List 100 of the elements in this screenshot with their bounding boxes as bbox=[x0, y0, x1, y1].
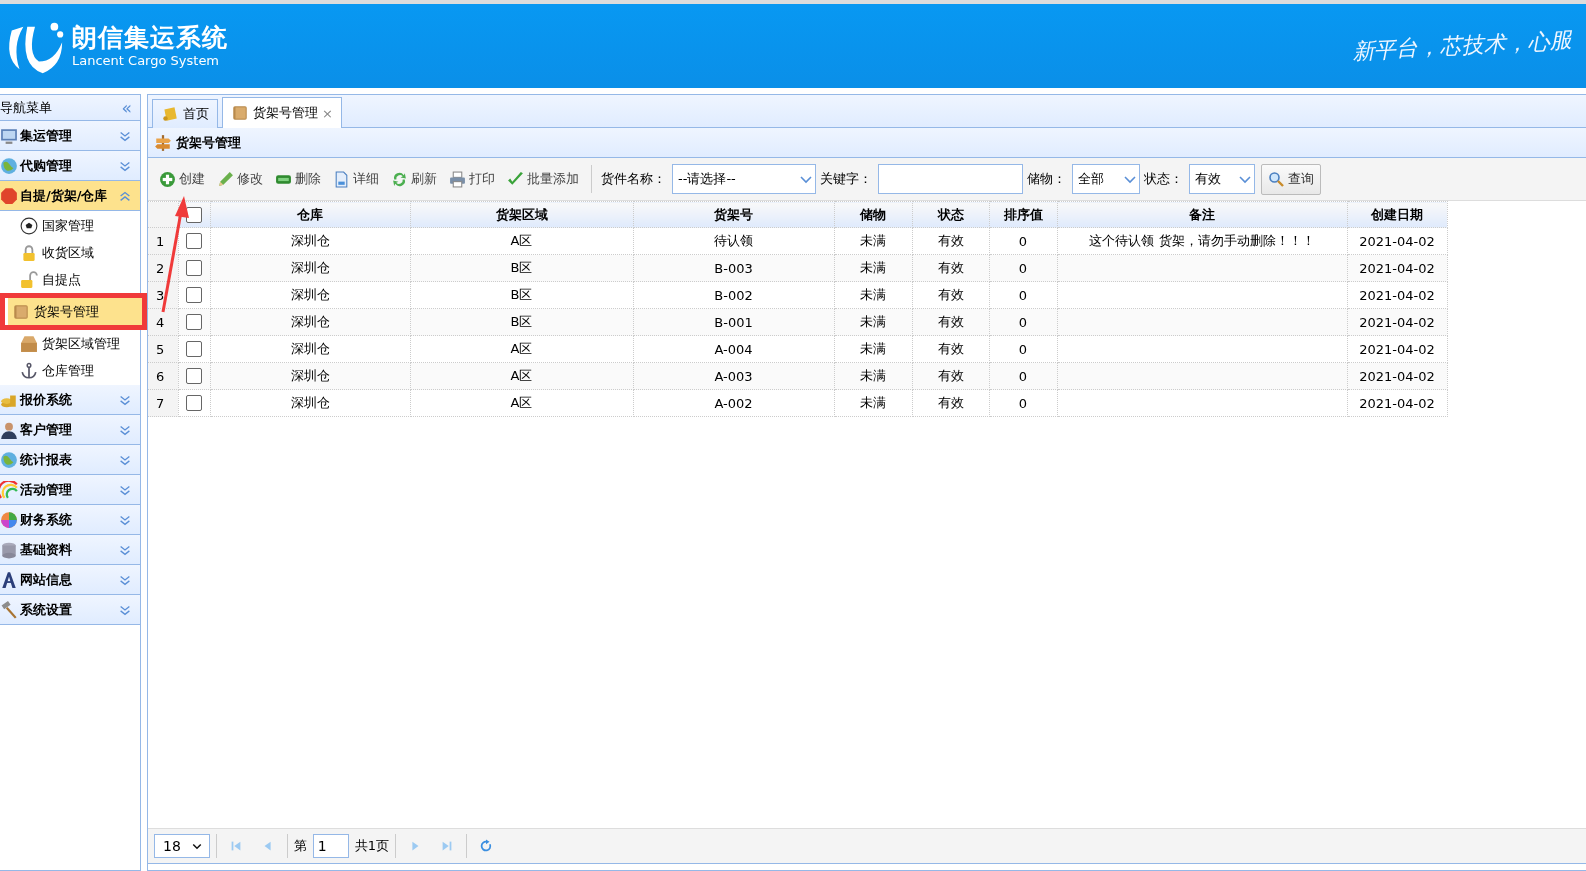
nav-section-label: 客户管理 bbox=[20, 420, 73, 439]
nav-item[interactable]: 货架号管理 bbox=[8, 298, 142, 325]
dropdown-value: 有效 bbox=[1195, 170, 1222, 188]
nav-section[interactable]: 自提/货架/仓库 bbox=[0, 181, 140, 211]
table-cell: 2021-04-02 bbox=[1359, 395, 1435, 411]
nav-section[interactable]: 统计报表 bbox=[0, 445, 140, 475]
row-checkbox[interactable] bbox=[186, 395, 202, 411]
column-header[interactable]: 备注 bbox=[1057, 201, 1347, 228]
table-cell: 深圳仓 bbox=[290, 287, 330, 302]
table-cell: B区 bbox=[510, 260, 533, 275]
row-checkbox[interactable] bbox=[186, 287, 202, 303]
nav-section[interactable]: 活动管理 bbox=[0, 475, 140, 505]
nav-item[interactable]: 国家管理 bbox=[8, 212, 140, 239]
table-cell: 有效 bbox=[937, 287, 964, 302]
table-cell: B区 bbox=[510, 314, 533, 329]
rainbow-icon bbox=[0, 480, 18, 499]
table-cell: A-002 bbox=[714, 395, 753, 411]
column-header[interactable]: 排序值 bbox=[989, 201, 1057, 228]
page-number-field[interactable]: 1 bbox=[312, 834, 349, 858]
nav-section[interactable]: 系统设置 bbox=[0, 595, 140, 625]
column-header[interactable]: 仓库 bbox=[210, 201, 410, 228]
nav-section[interactable]: 网站信息 bbox=[0, 565, 140, 595]
table-cell: 有效 bbox=[937, 260, 964, 275]
column-header[interactable]: 创建日期 bbox=[1347, 201, 1447, 228]
row-checkbox[interactable] bbox=[186, 341, 202, 357]
column-header[interactable]: 货架区域 bbox=[410, 201, 633, 228]
table-cell: 深圳仓 bbox=[290, 233, 330, 248]
nav-section[interactable]: 报价系统 bbox=[0, 385, 140, 415]
nav-section[interactable]: 财务系统 bbox=[0, 505, 140, 535]
refresh-icon bbox=[391, 170, 408, 188]
column-header[interactable]: 储物 bbox=[834, 201, 912, 228]
page-size-select[interactable]: 18 bbox=[154, 834, 210, 858]
table-cell: B-002 bbox=[714, 287, 753, 303]
nav-section[interactable]: 代购管理 bbox=[0, 151, 140, 181]
table-cell: 0 bbox=[1018, 341, 1028, 357]
table-cell: 2021-04-02 bbox=[1359, 287, 1435, 303]
document-icon bbox=[333, 170, 350, 188]
table-cell: 深圳仓 bbox=[290, 395, 330, 410]
table-cell: 这个待认领 货架，请勿手动删除！！！ bbox=[1089, 233, 1315, 248]
dropdown[interactable]: --请选择-- bbox=[672, 164, 816, 194]
nav-item-label: 国家管理 bbox=[42, 216, 94, 235]
row-checkbox[interactable] bbox=[186, 260, 202, 276]
nav-section[interactable]: 客户管理 bbox=[0, 415, 140, 445]
toolbar-button[interactable]: 删除 bbox=[270, 168, 326, 190]
toolbar-button[interactable]: 修改 bbox=[212, 168, 268, 190]
stop-sign-icon bbox=[0, 186, 18, 205]
app-subtitle: Lancent Cargo System bbox=[72, 53, 221, 69]
nav-section-label: 集运管理 bbox=[20, 126, 73, 145]
row-checkbox[interactable] bbox=[186, 314, 202, 330]
table-cell: 未满 bbox=[860, 395, 886, 410]
table-cell: 2021-04-02 bbox=[1359, 368, 1435, 384]
nav-section[interactable]: 集运管理 bbox=[0, 121, 140, 151]
row-checkbox[interactable] bbox=[186, 233, 202, 249]
toolbar-button[interactable]: 刷新 bbox=[386, 168, 442, 190]
toolbar-button[interactable]: 创建 bbox=[154, 168, 210, 190]
nav-item[interactable]: 货架区域管理 bbox=[8, 330, 140, 357]
table-cell: A区 bbox=[510, 395, 533, 410]
tab[interactable]: 首页 bbox=[152, 99, 218, 128]
column-header[interactable]: 货架号 bbox=[633, 201, 834, 228]
dropdown[interactable]: 有效 bbox=[1189, 164, 1255, 194]
table-cell: 2021-04-02 bbox=[1359, 260, 1435, 276]
row-checkbox[interactable] bbox=[186, 368, 202, 384]
nav-item[interactable]: 仓库管理 bbox=[8, 357, 140, 384]
table-cell: A区 bbox=[510, 233, 533, 248]
keyword-field[interactable] bbox=[878, 164, 1023, 194]
nav-item[interactable]: 自提点 bbox=[8, 266, 140, 293]
toolbar-button[interactable]: 打印 bbox=[444, 168, 500, 190]
table-cell: A-004 bbox=[714, 341, 753, 357]
tab[interactable]: 货架号管理 × bbox=[222, 97, 342, 128]
column-header[interactable]: 状态 bbox=[912, 201, 989, 228]
nav-item-label: 仓库管理 bbox=[42, 361, 94, 380]
row-number: 7 bbox=[148, 389, 178, 417]
signpost-icon bbox=[154, 133, 172, 152]
page-total: 共1页 bbox=[354, 837, 390, 855]
tab-label: 货架号管理 bbox=[253, 104, 318, 122]
open-padlock-icon bbox=[20, 270, 38, 289]
tray-icon bbox=[20, 334, 38, 353]
nav-section-label: 代购管理 bbox=[20, 156, 73, 175]
table-cell: B-003 bbox=[714, 260, 753, 276]
table-cell: B-001 bbox=[714, 314, 753, 330]
table-cell: 未满 bbox=[860, 260, 886, 275]
dropdown[interactable]: 全部 bbox=[1072, 164, 1140, 194]
search-button[interactable]: 查询 bbox=[1261, 163, 1321, 195]
row-number: 6 bbox=[148, 362, 178, 390]
sidebar-title: 导航菜单 bbox=[0, 98, 52, 117]
table-cell: 0 bbox=[1018, 395, 1028, 411]
select-all-checkbox[interactable] bbox=[186, 206, 202, 223]
close-button[interactable]: × bbox=[322, 105, 333, 121]
table-cell: 0 bbox=[1018, 260, 1028, 276]
nav-item[interactable]: 收货区域 bbox=[8, 239, 140, 266]
monitor-icon bbox=[0, 126, 18, 145]
toolbar-button[interactable]: 批量添加 bbox=[502, 168, 584, 190]
table-cell: 深圳仓 bbox=[290, 314, 330, 329]
nav-section[interactable]: 基础资料 bbox=[0, 535, 140, 565]
box-icon bbox=[12, 302, 30, 321]
table-cell: 待认领 bbox=[714, 233, 753, 248]
nav-item-label: 货架号管理 bbox=[34, 302, 99, 321]
anchor-icon bbox=[20, 361, 38, 380]
row-number: 5 bbox=[148, 335, 178, 363]
toolbar-button[interactable]: 详细 bbox=[328, 168, 384, 190]
